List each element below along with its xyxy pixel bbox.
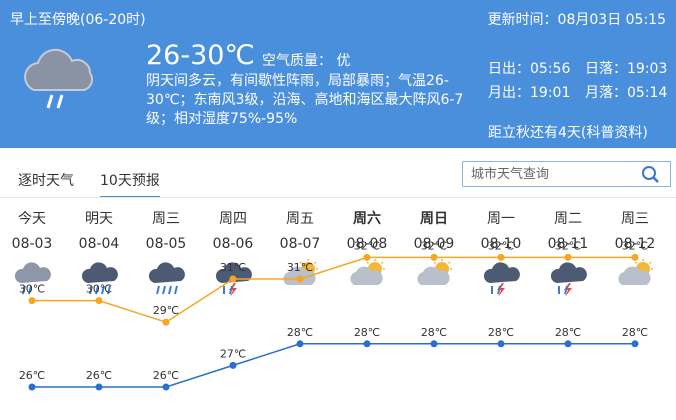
high-temp-label: 32℃	[555, 239, 581, 252]
high-temp-label: 31℃	[287, 261, 313, 274]
high-temp-label: 29℃	[153, 304, 179, 317]
high-temp-label: 31℃	[220, 261, 246, 274]
low-temp-label: 28℃	[622, 326, 648, 339]
high-temp-point	[564, 253, 572, 261]
low-temp-label: 26℃	[19, 369, 45, 382]
low-temp-label: 26℃	[86, 369, 112, 382]
high-temp-point	[95, 297, 103, 305]
high-temp-point	[631, 253, 639, 261]
high-temp-label: 32℃	[354, 239, 380, 252]
low-temp-point	[430, 340, 438, 348]
high-temp-label: 32℃	[421, 239, 447, 252]
low-temp-point	[564, 340, 572, 348]
low-temp-label: 28℃	[421, 326, 447, 339]
low-temp-label: 27℃	[220, 347, 246, 360]
high-temp-point	[28, 297, 36, 305]
temperature-chart: 30℃ 30℃ 29℃ 31℃ 31℃ 32℃ 32℃ 32℃ 32℃ 32℃ 26℃ 26℃ 26℃ 2…	[19, 239, 648, 391]
low-temp-point	[28, 383, 36, 391]
low-temp-point	[95, 383, 103, 391]
low-temp-point	[631, 340, 639, 348]
high-temp-point	[296, 275, 304, 283]
high-temp-point	[363, 253, 371, 261]
low-temp-label: 28℃	[555, 326, 581, 339]
low-temp-label: 28℃	[354, 326, 380, 339]
high-temp-point	[229, 275, 237, 283]
low-temp-label: 28℃	[287, 326, 313, 339]
low-temp-point	[229, 361, 237, 369]
low-temp-point	[162, 383, 170, 391]
low-temp-label: 26℃	[153, 369, 179, 382]
high-temp-label: 30℃	[19, 283, 45, 296]
high-temp-point	[497, 253, 505, 261]
high-temp-label: 32℃	[622, 239, 648, 252]
high-temp-label: 30℃	[86, 283, 112, 296]
low-temp-point	[497, 340, 505, 348]
high-temp-point	[430, 253, 438, 261]
low-temp-line	[32, 343, 635, 388]
high-temp-line	[32, 256, 635, 324]
high-temp-label: 32℃	[488, 239, 514, 252]
low-temp-label: 28℃	[488, 326, 514, 339]
high-temp-point	[162, 318, 170, 326]
low-temp-point	[363, 340, 371, 348]
low-temp-point	[296, 340, 304, 348]
